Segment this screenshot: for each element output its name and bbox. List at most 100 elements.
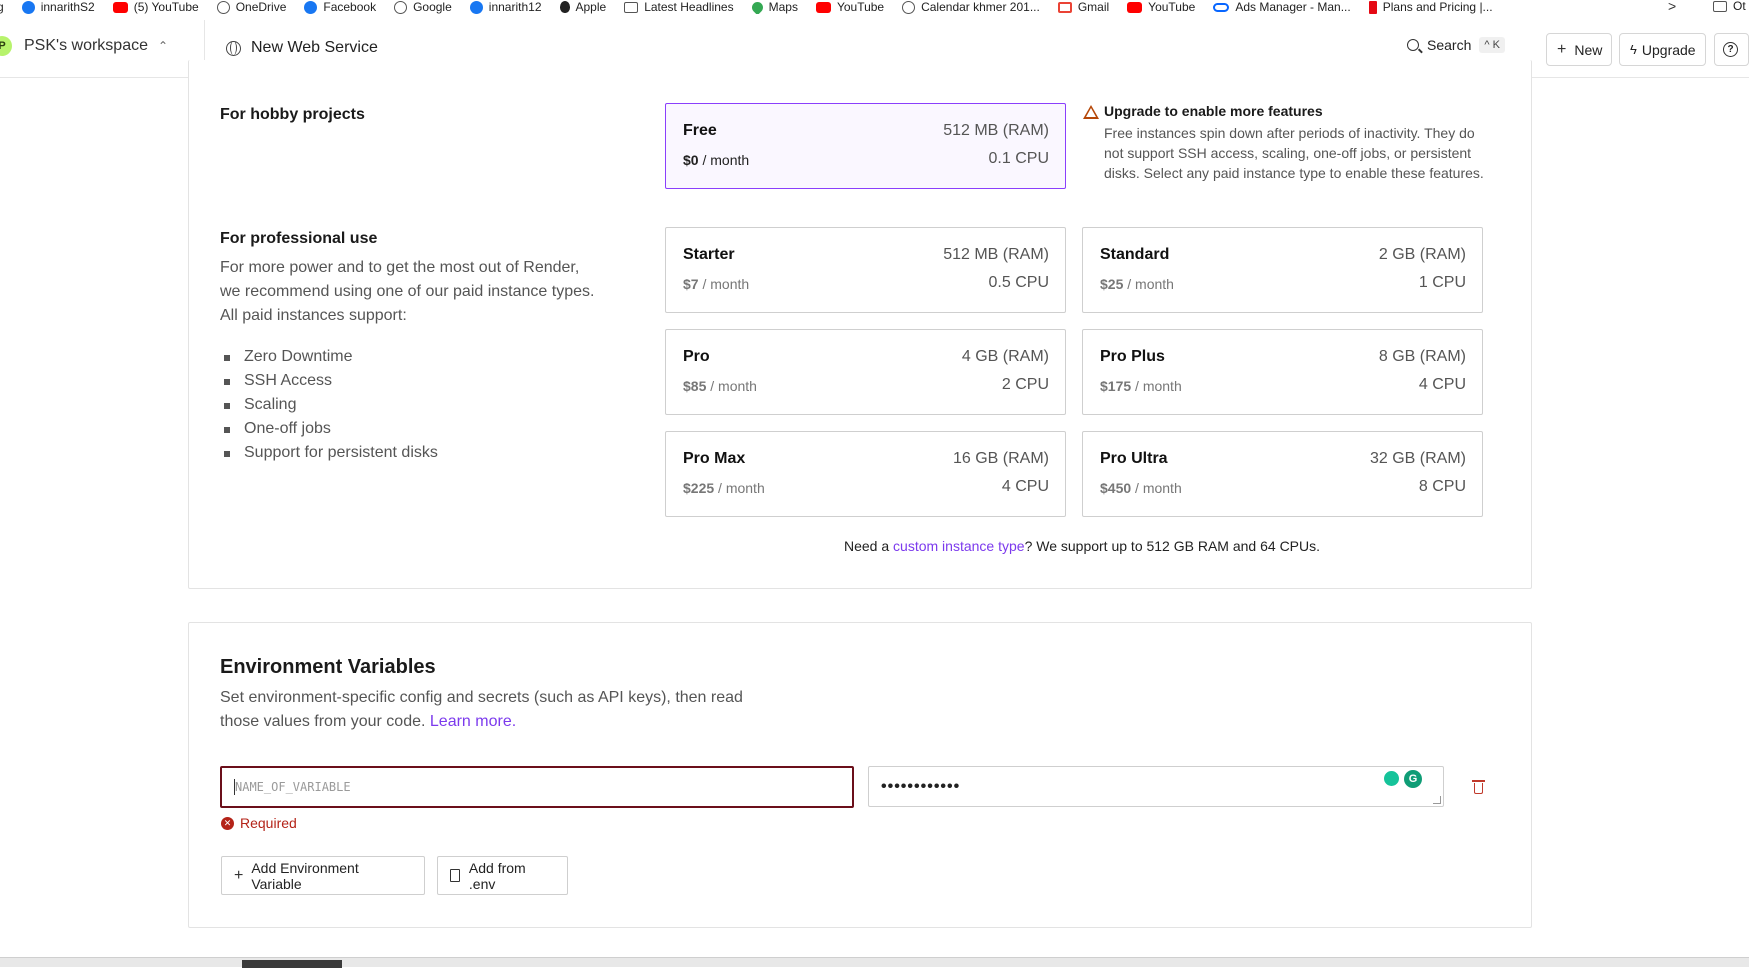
search-label: Search <box>1427 37 1472 53</box>
new-button[interactable]: + New <box>1546 33 1612 66</box>
trash-bin-icon <box>1474 783 1483 794</box>
instance-ram: 16 GB (RAM) <box>952 450 1049 467</box>
instance-name: Free <box>683 122 717 139</box>
grammarly-icon[interactable]: G <box>1404 770 1422 788</box>
globe-icon <box>394 0 408 14</box>
instance-cpu: 0.1 CPU <box>988 150 1049 167</box>
bookmark-label: YouTube <box>1148 0 1196 14</box>
bookmark-label: Calendar khmer 201... <box>921 0 1040 14</box>
warning-icon <box>1083 105 1099 119</box>
custom-note-suffix: ? We support up to 512 GB RAM and 64 CPU… <box>1024 538 1321 554</box>
bookmark-item[interactable]: Facebook <box>304 0 376 14</box>
learn-more-link[interactable]: Learn more. <box>430 713 516 730</box>
workspace-name: PSK's workspace <box>24 37 148 54</box>
instance-name: Pro Plus <box>1100 348 1165 365</box>
instance-price: $7 / month <box>683 276 750 292</box>
bookmark-label: innarith12 <box>488 0 542 14</box>
breadcrumb: New Web Service <box>226 39 378 57</box>
env-value-masked: •••••••••••• <box>881 777 961 795</box>
bookmarks-more-chevron-icon[interactable]: > <box>1668 0 1676 13</box>
help-button[interactable]: ? <box>1714 33 1749 66</box>
instance-card-free[interactable]: Free 512 MB (RAM) $0 / month 0.1 CPU <box>665 103 1066 189</box>
required-error: ✕ Required <box>221 815 297 831</box>
bookmark-item[interactable]: Plans and Pricing |... <box>1368 0 1493 14</box>
bookmark-label: OneDrive <box>235 0 287 14</box>
workspace-switcher[interactable]: P PSK's workspace ⌃ <box>0 36 168 56</box>
bookmark-item[interactable]: YouTube <box>1127 0 1195 14</box>
instance-price: $450 / month <box>1100 480 1182 496</box>
env-key-input[interactable]: NAME_OF_VARIABLE <box>220 766 854 808</box>
instance-price: $225 / month <box>683 480 765 496</box>
upgrade-button[interactable]: ϟ Upgrade <box>1619 33 1706 66</box>
delete-env-button[interactable] <box>1472 779 1485 794</box>
resize-handle-icon[interactable] <box>1433 796 1441 804</box>
bookmarks-bar: g innarithS2 (5) YouTube OneDrive Facebook Go… <box>0 0 1749 14</box>
password-extension-icon[interactable] <box>1384 771 1399 786</box>
netflix-icon <box>1368 0 1377 14</box>
other-bookmarks[interactable]: Ot <box>1713 0 1746 12</box>
instance-card-pro-ultra[interactable]: Pro Ultra 32 GB (RAM) $450 / month 8 CPU <box>1082 431 1483 517</box>
bookmark-item[interactable]: Google <box>394 0 452 14</box>
env-title: Environment Variables <box>220 656 436 678</box>
bookmark-item[interactable]: Gmail <box>1057 0 1109 14</box>
trash-icon <box>1472 780 1485 782</box>
custom-instance-note: Need a custom instance type? We support … <box>844 538 1320 554</box>
bookmark-item[interactable]: (5) YouTube <box>112 0 199 14</box>
list-item: Zero Downtime <box>224 345 438 369</box>
bookmark-label: Apple <box>575 0 607 14</box>
professional-heading: For professional use <box>220 230 378 247</box>
instance-name: Pro Max <box>683 450 746 467</box>
instance-card-starter[interactable]: Starter 512 MB (RAM) $7 / month 0.5 CPU <box>665 227 1066 313</box>
bookmark-item[interactable]: g <box>0 0 4 14</box>
custom-instance-link[interactable]: custom instance type <box>893 538 1025 554</box>
add-from-env-button[interactable]: Add from .env <box>437 856 568 895</box>
add-from-env-label: Add from .env <box>468 859 526 892</box>
bookmark-label: innarithS2 <box>40 0 95 14</box>
bookmark-item[interactable]: Ads Manager - Man... <box>1213 0 1351 14</box>
bookmark-item[interactable]: Latest Headlines <box>624 0 734 14</box>
bookmark-label: YouTube <box>836 0 885 14</box>
bookmark-label: g <box>0 0 4 14</box>
lightning-icon: ϟ <box>1630 42 1637 57</box>
instance-cpu: 1 CPU <box>1418 274 1466 291</box>
gmail-icon <box>1057 1 1072 13</box>
file-icon <box>450 869 460 882</box>
bookmark-label: Plans and Pricing |... <box>1382 0 1493 14</box>
instance-ram: 8 GB (RAM) <box>1378 348 1466 365</box>
bookmark-item[interactable]: YouTube <box>815 0 885 14</box>
bookmark-item[interactable]: OneDrive <box>216 0 287 14</box>
plus-icon: + <box>234 866 244 884</box>
bookmark-item[interactable]: Maps <box>749 0 798 14</box>
add-env-variable-button[interactable]: + Add Environment Variable <box>221 856 425 895</box>
maps-icon <box>749 0 765 14</box>
bookmark-label: Facebook <box>323 0 377 14</box>
warning-body: Free instances spin down after periods o… <box>1104 125 1484 181</box>
instance-ram: 4 GB (RAM) <box>961 348 1049 365</box>
env-value-input[interactable]: •••••••••••• <box>868 766 1444 807</box>
youtube-icon <box>1127 1 1143 13</box>
bookmark-item[interactable]: Apple <box>559 0 607 14</box>
bookmark-item[interactable]: innarithS2 <box>21 0 95 14</box>
os-taskbar <box>0 957 1749 968</box>
globe-icon <box>902 0 916 14</box>
search-button[interactable]: Search ^ K <box>1407 37 1505 53</box>
hobby-heading: For hobby projects <box>220 106 365 123</box>
instance-card-pro-max[interactable]: Pro Max 16 GB (RAM) $225 / month 4 CPU <box>665 431 1066 517</box>
instance-card-pro-plus[interactable]: Pro Plus 8 GB (RAM) $175 / month 4 CPU <box>1082 329 1483 415</box>
facebook-icon <box>21 0 35 14</box>
list-item: Support for persistent disks <box>224 441 438 465</box>
list-item: Scaling <box>224 393 438 417</box>
facebook-icon <box>469 0 483 14</box>
instance-card-standard[interactable]: Standard 2 GB (RAM) $25 / month 1 CPU <box>1082 227 1483 313</box>
instance-ram: 32 GB (RAM) <box>1369 450 1466 467</box>
instance-name: Pro Ultra <box>1100 450 1168 467</box>
feature-list: Zero Downtime SSH Access Scaling One-off… <box>224 345 438 465</box>
instance-ram: 512 MB (RAM) <box>943 246 1049 263</box>
instance-cpu: 0.5 CPU <box>988 274 1049 291</box>
bookmark-item[interactable]: innarith12 <box>469 0 542 14</box>
breadcrumb-label: New Web Service <box>251 39 378 56</box>
custom-note-prefix: Need a <box>844 538 894 554</box>
bookmark-item[interactable]: Calendar khmer 201... <box>902 0 1040 14</box>
meta-icon <box>1213 2 1230 12</box>
instance-card-pro[interactable]: Pro 4 GB (RAM) $85 / month 2 CPU <box>665 329 1066 415</box>
